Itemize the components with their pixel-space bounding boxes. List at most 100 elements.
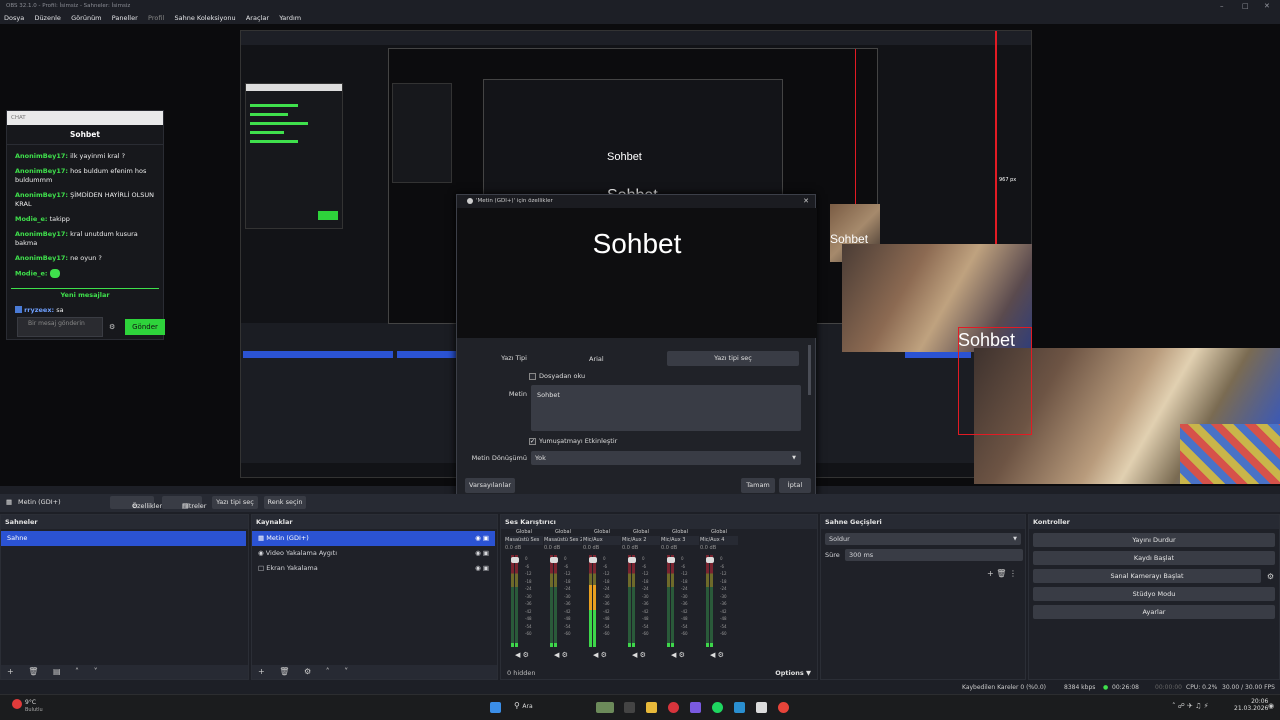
select-font-toolbar-button[interactable]: Yazı tipi seç [212, 496, 258, 509]
clock[interactable]: 20:06 21.03.2026 [1234, 698, 1268, 712]
channel-name[interactable]: Masaüstü Ses 2 [544, 536, 582, 545]
opera-icon[interactable] [668, 702, 679, 713]
mute-icon[interactable]: ◀ ⚙ [515, 651, 529, 659]
scenes-footer[interactable]: + 🗑 ▤ ˄ ˅ [1, 665, 248, 679]
menu-profil[interactable]: Profil [148, 12, 164, 24]
transition-select[interactable]: Soldur ▼ [825, 533, 1021, 545]
select-color-button[interactable]: Renk seçin [264, 496, 306, 509]
chevron-down-icon: ▼ [792, 455, 796, 461]
mute-icon[interactable]: ◀ ⚙ [671, 651, 685, 659]
widget-icon[interactable] [596, 702, 614, 713]
windows-start-icon[interactable] [490, 702, 501, 713]
cpu-usage: CPU: 0.2% [1186, 684, 1218, 691]
text-input[interactable]: Sohbet [531, 385, 801, 431]
obs-taskbar-icon[interactable] [756, 702, 767, 713]
channel-name[interactable]: Mic/Aux 4 [700, 536, 738, 545]
file-explorer-icon[interactable] [646, 702, 657, 713]
volume-meter[interactable] [550, 555, 560, 647]
defaults-button[interactable]: Varsayılanlar [465, 478, 515, 493]
select-font-button[interactable]: Yazı tipi seç [667, 351, 799, 366]
menu-duzenle[interactable]: Düzenle [34, 12, 60, 24]
spotify-icon[interactable] [712, 702, 723, 713]
volume-meter[interactable] [589, 555, 599, 647]
volume-slider-knob[interactable] [511, 557, 519, 563]
settings-icon[interactable]: ⚙ [109, 323, 115, 331]
mute-icon[interactable]: ◀ ⚙ [710, 651, 724, 659]
mute-icon[interactable]: ◀ ⚙ [632, 651, 646, 659]
start-virtual-camera-button[interactable]: Sanal Kamerayı Başlat [1033, 569, 1261, 583]
maximize-icon[interactable]: □ [1242, 0, 1249, 12]
volume-slider-knob[interactable] [628, 557, 636, 563]
scrollbar[interactable] [808, 345, 811, 395]
nested-chat: ​ [245, 83, 343, 229]
volume-meter[interactable] [706, 555, 716, 647]
controls-title: Kontroller [1029, 515, 1279, 529]
duration-input[interactable]: 300 ms [845, 549, 1023, 561]
mixer-channel: Global Mic/Aux 4 0.0 dB 0 -6 -12 -18 -24 -30 -36-… [700, 529, 738, 664]
mixer-options[interactable]: Options ▼ [775, 669, 811, 677]
chat-input[interactable]: Bir mesaj gönderin [17, 317, 103, 337]
mixer-channel: Global Masaüstü Ses 0.0 dB 0 -6 -12 -18 -24 -30-… [505, 529, 543, 664]
antialias-checkbox[interactable]: ✓ Yumuşatmayı Etkinleştir [529, 437, 617, 445]
source-item[interactable]: ◉ Video Yakalama Aygıtı ◉ ▣ [252, 546, 497, 561]
chat-message: Modie_e: [7, 266, 163, 282]
obs-icon [467, 197, 473, 204]
mute-icon[interactable]: ◀ ⚙ [554, 651, 568, 659]
notification-icon[interactable]: ◉ [1268, 702, 1274, 710]
chrome-icon[interactable] [778, 702, 789, 713]
channel-name[interactable]: Mic/Aux 3 [661, 536, 699, 545]
task-view-icon[interactable] [624, 702, 635, 713]
volume-slider-knob[interactable] [706, 557, 714, 563]
volume-slider-knob[interactable] [589, 557, 597, 563]
scene-item[interactable]: Sahne [1, 531, 246, 546]
cancel-button[interactable]: İptal [779, 478, 811, 493]
close-icon[interactable]: ✕ [1264, 0, 1270, 12]
menu-yardim[interactable]: Yardım [279, 12, 301, 24]
transitions-dock: Sahne Geçişleri Soldur ▼ Süre 300 ms + 🗑 … [820, 514, 1026, 680]
webcam-background-blanket [1180, 424, 1280, 484]
volume-meter[interactable] [511, 555, 521, 647]
volume-slider-knob[interactable] [550, 557, 558, 563]
start-recording-button[interactable]: Kaydı Başlat [1033, 551, 1275, 565]
mute-icon[interactable]: ◀ ⚙ [593, 651, 607, 659]
minimize-icon[interactable]: – [1220, 0, 1224, 12]
channel-name[interactable]: Mic/Aux 2 [622, 536, 660, 545]
menu-sahne-koleksiyonu[interactable]: Sahne Koleksiyonu [174, 12, 235, 24]
volume-meter[interactable] [667, 555, 677, 647]
from-file-checkbox[interactable]: Dosyadan oku [529, 372, 585, 380]
menu-araclar[interactable]: Araçlar [246, 12, 269, 24]
volume-meter[interactable] [628, 555, 638, 647]
virtual-camera-settings-icon[interactable]: ⚙ [1267, 572, 1274, 581]
studio-mode-button[interactable]: Stüdyo Modu [1033, 587, 1275, 601]
transition-add-remove[interactable]: + 🗑 ⋮ [987, 569, 1017, 578]
menu-dosya[interactable]: Dosya [4, 12, 24, 24]
transform-select[interactable]: Yok ▼ [531, 451, 801, 465]
channel-db: 0.0 dB [700, 545, 717, 551]
dialog-close-icon[interactable]: ✕ [803, 195, 809, 208]
volume-slider-knob[interactable] [667, 557, 675, 563]
send-button[interactable]: Gönder [125, 319, 165, 335]
db-scale: 0 -6 -12 -18 -24 -30 -36 -42 -48 -54 -60 [564, 556, 571, 636]
tray-icons[interactable]: ˄ ☍ ✈ ♫ ⚡ [1172, 702, 1209, 710]
channel-name[interactable]: Masaüstü Ses [505, 536, 543, 545]
properties-button[interactable]: ⚙ Özellikler [110, 496, 162, 510]
duration-row: Süre 300 ms [825, 549, 1023, 561]
menu-gorunum[interactable]: Görünüm [71, 12, 101, 24]
ok-button[interactable]: Tamam [741, 478, 775, 493]
discord-icon[interactable] [690, 702, 701, 713]
chat-message: rryzeex: sa [7, 303, 163, 318]
source-item[interactable]: □ Ekran Yakalama ◉ ▣ [252, 561, 497, 576]
filters-button[interactable]: ▤ Filtreler [162, 496, 206, 510]
sources-footer[interactable]: + 🗑 ⚙ ˄ ˅ [252, 665, 497, 679]
settings-button[interactable]: Ayarlar [1033, 605, 1275, 619]
dropped-frames: Kaybedilen Kareler 0 (%0.0) [962, 684, 1047, 691]
channel-global-label: Global [672, 529, 688, 535]
stop-streaming-button[interactable]: Yayını Durdur [1033, 533, 1275, 547]
channel-name[interactable]: Mic/Aux [583, 536, 621, 545]
source-item[interactable]: ▦ Metin (GDI+) ◉ ▣ [252, 531, 495, 546]
menu-paneller[interactable]: Paneller [112, 12, 138, 24]
text-source-sohbet[interactable]: Sohbet [1162, 482, 1270, 486]
taskbar-search[interactable]: ⚲ Ara [514, 701, 533, 710]
app-icon[interactable] [734, 702, 745, 713]
nested-sohbet-3: Sohbet [830, 232, 869, 246]
